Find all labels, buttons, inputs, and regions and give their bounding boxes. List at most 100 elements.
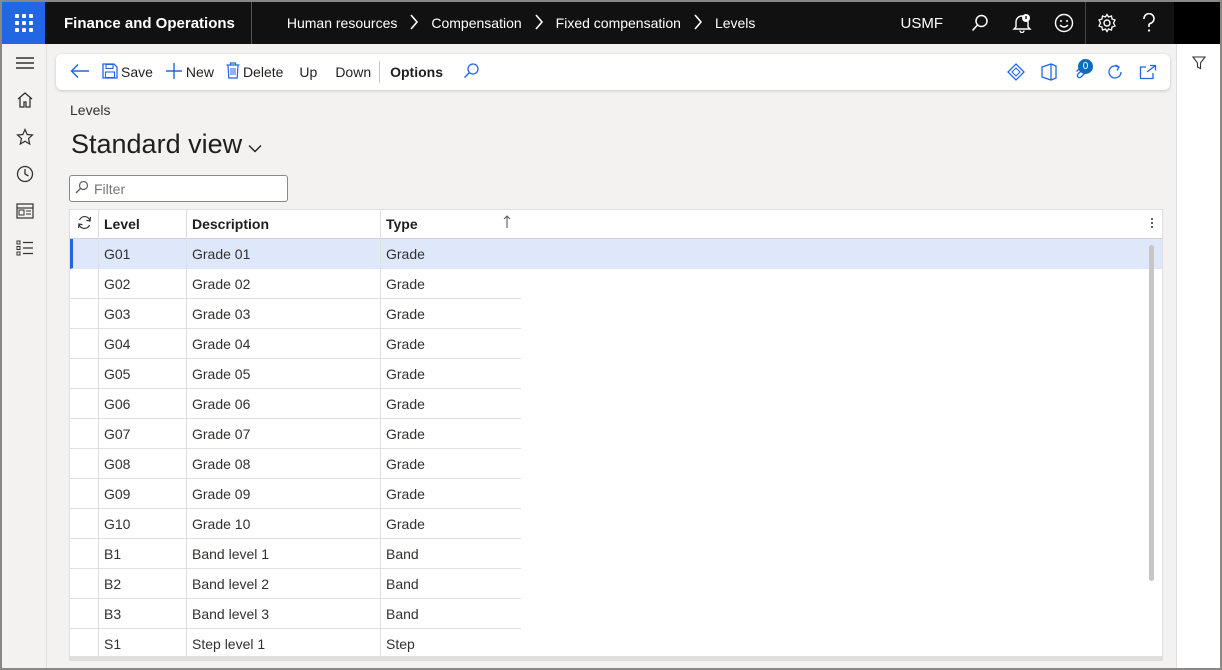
cell-description[interactable]: Band level 1	[187, 539, 381, 569]
help-icon[interactable]	[1128, 2, 1170, 44]
row-selector[interactable]	[70, 419, 99, 449]
breadcrumb-item-compensation[interactable]: Compensation	[431, 15, 521, 31]
modules-list-icon[interactable]	[2, 229, 47, 266]
cell-description[interactable]: Grade 09	[187, 479, 381, 509]
table-row[interactable]: G10 Grade 10 Grade	[70, 509, 1162, 539]
cell-type[interactable]: Grade	[381, 419, 521, 449]
cell-description[interactable]: Grade 08	[187, 449, 381, 479]
row-selector[interactable]	[70, 359, 99, 389]
vertical-scrollbar[interactable]	[1149, 245, 1154, 581]
recent-clock-icon[interactable]	[2, 155, 47, 192]
cell-level[interactable]: G01	[99, 239, 187, 269]
table-row[interactable]: B2 Band level 2 Band	[70, 569, 1162, 599]
table-row[interactable]: B1 Band level 1 Band	[70, 539, 1162, 569]
cell-type[interactable]: Grade	[381, 509, 521, 539]
attachments-paperclip-icon[interactable]: 0	[1065, 54, 1098, 90]
table-row[interactable]: G05 Grade 05 Grade	[70, 359, 1162, 389]
row-selector[interactable]	[70, 479, 99, 509]
row-selector[interactable]	[70, 329, 99, 359]
action-search-button[interactable]	[449, 54, 494, 90]
cell-level[interactable]: B2	[99, 569, 187, 599]
cell-description[interactable]: Band level 3	[187, 599, 381, 629]
cell-type[interactable]: Grade	[381, 449, 521, 479]
row-selector[interactable]	[70, 299, 99, 329]
more-options-icon[interactable]	[1150, 216, 1154, 233]
cell-level[interactable]: B1	[99, 539, 187, 569]
row-selector[interactable]	[70, 599, 99, 629]
new-button[interactable]: New	[159, 54, 220, 90]
search-icon[interactable]	[959, 2, 1001, 44]
cell-description[interactable]: Grade 07	[187, 419, 381, 449]
cell-description[interactable]: Band level 2	[187, 569, 381, 599]
cell-type[interactable]: Grade	[381, 239, 521, 269]
power-apps-icon[interactable]	[999, 54, 1032, 90]
cell-description[interactable]: Grade 10	[187, 509, 381, 539]
down-button[interactable]: Down	[327, 54, 375, 90]
row-selector[interactable]	[70, 449, 99, 479]
row-selector[interactable]	[70, 389, 99, 419]
cell-type[interactable]: Grade	[381, 479, 521, 509]
table-row[interactable]: G07 Grade 07 Grade	[70, 419, 1162, 449]
refresh-icon[interactable]	[1098, 54, 1131, 90]
row-selector[interactable]	[70, 509, 99, 539]
options-tab[interactable]: Options	[384, 54, 449, 90]
favorites-star-icon[interactable]	[2, 118, 47, 155]
column-header-description[interactable]: Description	[187, 210, 381, 239]
save-button[interactable]: Save	[96, 54, 159, 90]
user-avatar[interactable]	[1174, 2, 1220, 44]
horizontal-scrollbar[interactable]	[70, 656, 1162, 660]
cell-level[interactable]: G07	[99, 419, 187, 449]
cell-level[interactable]: G05	[99, 359, 187, 389]
cell-level[interactable]: G03	[99, 299, 187, 329]
cell-level[interactable]: G10	[99, 509, 187, 539]
breadcrumb-item-fixed-compensation[interactable]: Fixed compensation	[556, 15, 681, 31]
cell-description[interactable]: Grade 06	[187, 389, 381, 419]
cell-level[interactable]: S1	[99, 629, 187, 659]
hamburger-menu-icon[interactable]	[2, 44, 47, 81]
cell-level[interactable]: G06	[99, 389, 187, 419]
cell-type[interactable]: Grade	[381, 299, 521, 329]
column-header-type[interactable]: Type	[381, 210, 521, 239]
table-row[interactable]: G02 Grade 02 Grade	[70, 269, 1162, 299]
cell-type[interactable]: Band	[381, 599, 521, 629]
cell-type[interactable]: Grade	[381, 329, 521, 359]
cell-level[interactable]: B3	[99, 599, 187, 629]
row-selector[interactable]	[70, 269, 99, 299]
company-picker[interactable]: USMF	[901, 15, 944, 32]
row-selector[interactable]	[70, 629, 99, 659]
table-row[interactable]: B3 Band level 3 Band	[70, 599, 1162, 629]
up-button[interactable]: Up	[289, 54, 327, 90]
grid-refresh-button[interactable]	[70, 210, 99, 239]
cell-description[interactable]: Grade 05	[187, 359, 381, 389]
back-button[interactable]	[64, 54, 96, 90]
filter-input[interactable]	[94, 180, 274, 197]
cell-type[interactable]: Grade	[381, 359, 521, 389]
table-row[interactable]: G09 Grade 09 Grade	[70, 479, 1162, 509]
table-row[interactable]: G06 Grade 06 Grade	[70, 389, 1162, 419]
app-title[interactable]: Finance and Operations	[45, 2, 252, 44]
table-row[interactable]: S1 Step level 1 Step	[70, 629, 1162, 659]
row-selector[interactable]	[70, 539, 99, 569]
cell-type[interactable]: Band	[381, 539, 521, 569]
table-row[interactable]: G01 Grade 01 Grade	[70, 239, 1162, 269]
row-selector[interactable]	[70, 239, 99, 269]
gear-icon[interactable]	[1086, 2, 1128, 44]
workspaces-icon[interactable]	[2, 192, 47, 229]
breadcrumb-item-human-resources[interactable]: Human resources	[287, 15, 398, 31]
view-selector[interactable]: Standard view	[71, 129, 262, 160]
cell-description[interactable]: Grade 04	[187, 329, 381, 359]
column-header-level[interactable]: Level	[99, 210, 187, 239]
home-icon[interactable]	[2, 81, 47, 118]
cell-level[interactable]: G09	[99, 479, 187, 509]
filter-funnel-icon[interactable]	[1177, 44, 1220, 82]
table-row[interactable]: G08 Grade 08 Grade	[70, 449, 1162, 479]
row-selector[interactable]	[70, 569, 99, 599]
cell-level[interactable]: G02	[99, 269, 187, 299]
feedback-smiley-icon[interactable]	[1043, 2, 1085, 44]
cell-description[interactable]: Grade 02	[187, 269, 381, 299]
filter-box[interactable]	[69, 175, 288, 202]
cell-description[interactable]: Grade 01	[187, 239, 381, 269]
cell-type[interactable]: Band	[381, 569, 521, 599]
table-row[interactable]: G03 Grade 03 Grade	[70, 299, 1162, 329]
cell-type[interactable]: Grade	[381, 389, 521, 419]
